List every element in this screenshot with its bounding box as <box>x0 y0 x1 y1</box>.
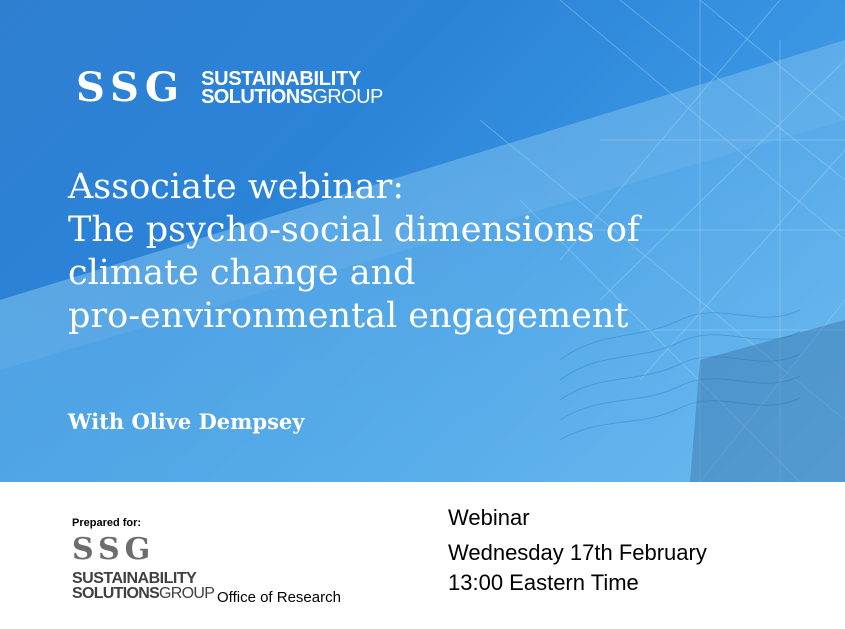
title-line: Associate webinar: <box>68 167 405 207</box>
logo-line-2: SOLUTIONSGROUP <box>72 585 215 602</box>
presenter-name: With Olive Dempsey <box>68 409 305 434</box>
logo-line-1: SUSTAINABILITY <box>72 570 197 587</box>
prepared-for-label: Prepared for: <box>72 517 142 529</box>
logo-mark: SSG <box>72 532 156 567</box>
title-line: The psycho-social dimensions of <box>68 210 640 250</box>
title-line: climate change and <box>68 253 416 293</box>
ssg-logo-footer: SSG SUSTAINABILITY SOLUTIONSGROUP <box>72 532 215 602</box>
logo-line-2: SOLUTIONSGROUP <box>201 86 383 108</box>
logo-line-2-bold: SOLUTIONS <box>72 585 160 602</box>
webinar-title: Associate webinar: The psycho-social dim… <box>68 166 808 338</box>
ssg-logo: SSG SUSTAINABILITY SOLUTIONSGROUP <box>76 68 383 108</box>
event-time: 13:00 Eastern Time <box>448 570 639 595</box>
logo-line-2-light: GROUP <box>312 86 383 108</box>
hero-banner: SSG SUSTAINABILITY SOLUTIONSGROUP Associ… <box>0 0 845 482</box>
logo-wordmark: SUSTAINABILITY SOLUTIONSGROUP <box>201 69 383 108</box>
event-date: Wednesday 17th February <box>448 540 707 565</box>
logo-line-2-light: GROUP <box>159 585 215 602</box>
logo-line-2-bold: SOLUTIONS <box>201 86 313 108</box>
event-type: Webinar <box>448 505 530 530</box>
title-line: pro-environmental engagement <box>68 296 629 336</box>
office-of-research: Office of Research <box>217 589 341 606</box>
logo-mark: SSG <box>76 64 186 111</box>
